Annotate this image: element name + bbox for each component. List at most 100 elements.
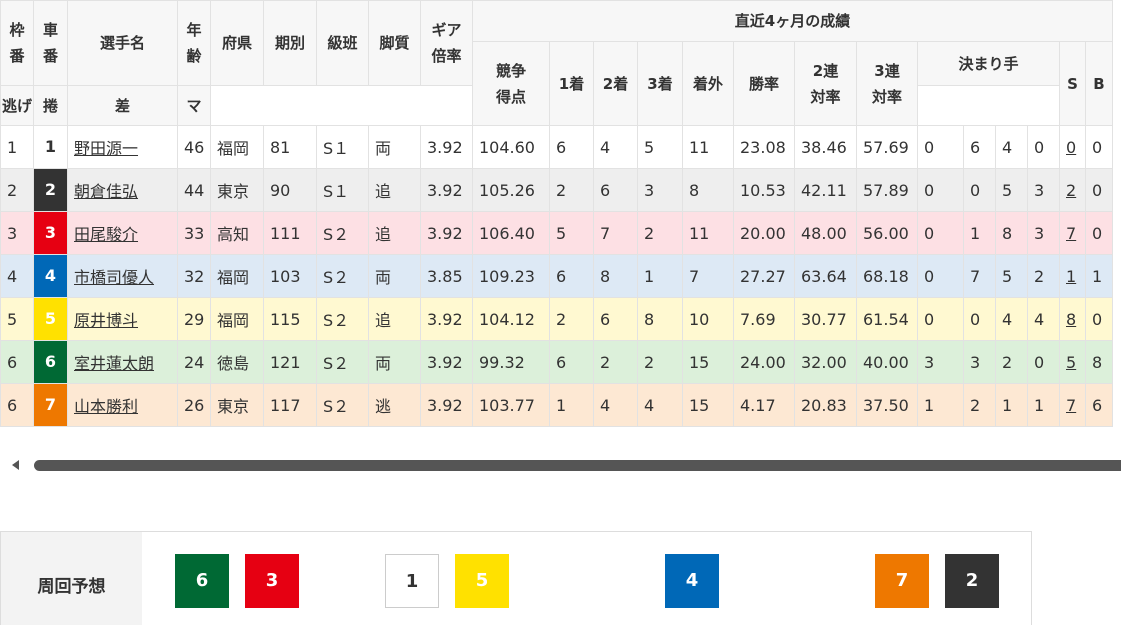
second-cell: 4 (593, 125, 638, 169)
class-cell: S２ (316, 297, 369, 341)
s-count-link[interactable]: 8 (1066, 310, 1076, 329)
header-makuri: 捲 (33, 85, 68, 126)
waku-cell: 6 (0, 383, 34, 427)
waku-cell: 5 (0, 297, 34, 341)
term-cell: 115 (263, 297, 317, 341)
car-number-cell: 2 (33, 168, 68, 212)
rentai2-cell: 32.00 (794, 340, 857, 384)
racer-name-link[interactable]: 野田源一 (74, 139, 138, 158)
s-cell: 1 (1059, 254, 1086, 298)
header-first: 1着 (549, 41, 594, 126)
s-count-link[interactable]: 0 (1066, 138, 1076, 157)
out-cell: 15 (682, 383, 734, 427)
car-number-badge: 6 (34, 341, 67, 383)
s-cell: 8 (1059, 297, 1086, 341)
rentai2-cell: 30.77 (794, 297, 857, 341)
gear-cell: 3.92 (420, 340, 473, 384)
score-cell: 105.26 (472, 168, 550, 212)
age-cell: 32 (177, 254, 211, 298)
score-cell: 104.60 (472, 125, 550, 169)
scroll-left-arrow-icon[interactable] (12, 460, 19, 470)
lap-forecast-panel: 周回予想 6 3 1 5 4 7 2 (0, 531, 1032, 625)
term-cell: 81 (263, 125, 317, 169)
scrollbar-thumb[interactable] (34, 460, 1121, 471)
rentai2-cell: 42.11 (794, 168, 857, 212)
s-cell: 7 (1059, 211, 1086, 255)
pref-cell: 高知 (210, 211, 264, 255)
age-cell: 26 (177, 383, 211, 427)
racer-name-link[interactable]: 朝倉佳弘 (74, 182, 138, 201)
age-cell: 29 (177, 297, 211, 341)
forecast-car-badge: 4 (665, 554, 719, 608)
car-number-cell: 6 (33, 340, 68, 384)
s-count-link[interactable]: 5 (1066, 353, 1076, 372)
out-cell: 11 (682, 125, 734, 169)
racer-name-cell: 市橋司優人 (67, 254, 178, 298)
gear-cell: 3.92 (420, 168, 473, 212)
header-pref: 府県 (210, 0, 264, 86)
forecast-car-badge: 6 (175, 554, 229, 608)
s-count-link[interactable]: 7 (1066, 396, 1076, 415)
car-number-cell: 7 (33, 383, 68, 427)
third-cell: 4 (637, 383, 683, 427)
car-number-cell: 1 (33, 125, 68, 169)
s-count-link[interactable]: 1 (1066, 267, 1076, 286)
score-cell: 103.77 (472, 383, 550, 427)
out-cell: 8 (682, 168, 734, 212)
header-name: 選手名 (67, 0, 178, 86)
ma-cell: 0 (1027, 125, 1060, 169)
car-number-cell: 3 (33, 211, 68, 255)
term-cell: 111 (263, 211, 317, 255)
car-number-badge: 5 (34, 298, 67, 340)
out-cell: 10 (682, 297, 734, 341)
racer-name-link[interactable]: 原井博斗 (74, 311, 138, 330)
horizontal-scrollbar[interactable] (0, 452, 1121, 478)
header-class: 級班 (316, 0, 369, 86)
table-row: 1 1 野田源一 46 福岡 81 S１ 両 3.92 104.60 6 4 5… (0, 125, 1113, 169)
gear-cell: 3.92 (420, 383, 473, 427)
racer-name-cell: 原井博斗 (67, 297, 178, 341)
makuri-cell: 6 (963, 125, 996, 169)
sashi-cell: 4 (995, 125, 1028, 169)
racer-name-link[interactable]: 室井蓮太朗 (74, 354, 154, 373)
first-cell: 6 (549, 254, 594, 298)
b-cell: 0 (1085, 168, 1113, 212)
first-cell: 6 (549, 125, 594, 169)
third-cell: 2 (637, 340, 683, 384)
table-row: 3 3 田尾駿介 33 高知 111 S２ 追 3.92 106.40 5 7 … (0, 211, 1113, 255)
makuri-cell: 7 (963, 254, 996, 298)
pref-cell: 福岡 (210, 254, 264, 298)
third-cell: 2 (637, 211, 683, 255)
nige-cell: 0 (917, 168, 964, 212)
forecast-car-badge: 7 (875, 554, 929, 608)
out-cell: 15 (682, 340, 734, 384)
race-page: { "table": { "headers": { "waku": ["枠", … (0, 0, 1121, 625)
waku-cell: 6 (0, 340, 34, 384)
forecast-car-badge: 2 (945, 554, 999, 608)
waku-cell: 3 (0, 211, 34, 255)
rentai2-cell: 63.64 (794, 254, 857, 298)
waku-cell: 2 (0, 168, 34, 212)
rentai3-cell: 40.00 (856, 340, 918, 384)
racer-name-link[interactable]: 市橋司優人 (74, 268, 154, 287)
s-count-link[interactable]: 7 (1066, 224, 1076, 243)
term-cell: 117 (263, 383, 317, 427)
class-cell: S１ (316, 168, 369, 212)
term-cell: 90 (263, 168, 317, 212)
age-cell: 24 (177, 340, 211, 384)
b-cell: 0 (1085, 125, 1113, 169)
forecast-car-badge: 1 (385, 554, 439, 608)
rentai3-cell: 61.54 (856, 297, 918, 341)
s-count-link[interactable]: 2 (1066, 181, 1076, 200)
header-recent: 直近4ヶ月の成績 (472, 0, 1113, 42)
racer-name-link[interactable]: 山本勝利 (74, 397, 138, 416)
lap-forecast-label: 周回予想 (1, 532, 142, 625)
ma-cell: 3 (1027, 168, 1060, 212)
sashi-cell: 8 (995, 211, 1028, 255)
header-winrate: 勝率 (733, 41, 795, 126)
racer-name-link[interactable]: 田尾駿介 (74, 225, 138, 244)
third-cell: 3 (637, 168, 683, 212)
style-cell: 追 (368, 168, 421, 212)
ma-cell: 3 (1027, 211, 1060, 255)
makuri-cell: 3 (963, 340, 996, 384)
